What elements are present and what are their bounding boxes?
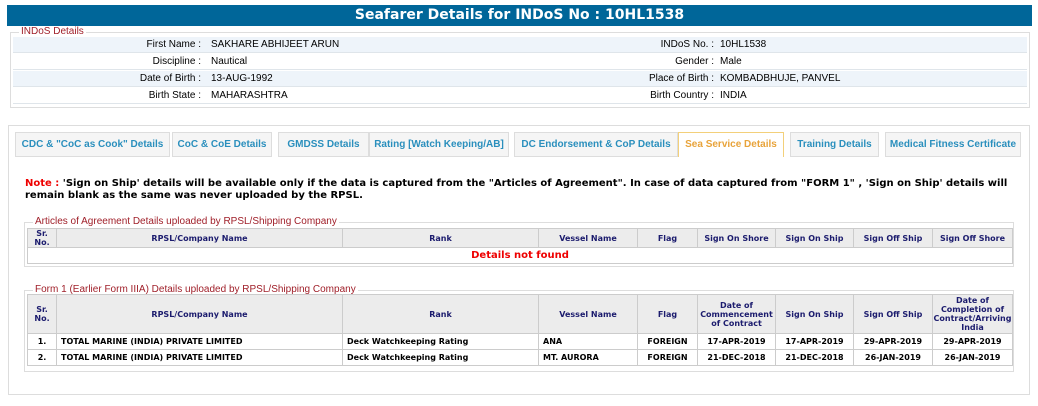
- field-label: Gender :: [675, 56, 714, 67]
- column-header: Date of Completion of Contract/Arriving …: [932, 294, 1013, 334]
- field-label: INDoS No. :: [660, 39, 714, 50]
- column-header: Flag: [637, 294, 698, 334]
- tab-coc-coe-details[interactable]: CoC & CoE Details: [172, 132, 272, 157]
- table-cell: ANA: [538, 333, 638, 350]
- table-cell: 2.: [27, 349, 57, 366]
- tab-cdc-coc-as-cook-details[interactable]: CDC & "CoC as Cook" Details: [15, 132, 170, 157]
- table-row: 2. TOTAL MARINE (INDIA) PRIVATE LIMITED De…: [27, 349, 1013, 366]
- tab-panel: CDC & "CoC as Cook" Details CoC & CoE Det…: [8, 125, 1030, 395]
- field-label: Birth Country :: [650, 90, 714, 101]
- table-cell: Deck Watchkeeping Rating: [342, 349, 539, 366]
- table-cell: FOREIGN: [637, 333, 698, 350]
- tab-gmdss-details[interactable]: GMDSS Details: [278, 132, 369, 157]
- table-row: 1. TOTAL MARINE (INDIA) PRIVATE LIMITED De…: [27, 333, 1013, 350]
- column-header: RPSL/Company Name: [56, 228, 343, 248]
- section-legend: Articles of Agreement Details uploaded b…: [33, 216, 339, 227]
- info-row: Discipline : Nautical Gender : Male: [13, 54, 1027, 70]
- field-label: Place of Birth :: [648, 73, 714, 84]
- page-title: Seafarer Details for INDoS No : 10HL1538: [7, 5, 1032, 26]
- column-header: RPSL/Company Name: [56, 294, 343, 334]
- column-header: Vessel Name: [538, 294, 638, 334]
- tab-medical-fitness-certificate[interactable]: Medical Fitness Certificate: [885, 132, 1021, 157]
- table-cell: 17-APR-2019: [697, 333, 776, 350]
- tab-dc-endorsement-cop-details[interactable]: DC Endorsement & CoP Details: [514, 132, 678, 157]
- column-header: Sign Off Ship: [853, 228, 933, 248]
- empty-message: Details not found: [27, 247, 1013, 264]
- table-cell: 17-APR-2019: [775, 333, 854, 350]
- table-cell: 26-JAN-2019: [853, 349, 933, 366]
- column-header: Sr. No.: [27, 294, 57, 334]
- field-value: SAKHARE ABHIJEET ARUN: [211, 39, 340, 50]
- column-header: Sign On Ship: [775, 294, 854, 334]
- table-cell: 29-APR-2019: [932, 333, 1013, 350]
- info-row: Birth State : MAHARASHTRA Birth Country : I…: [13, 88, 1027, 104]
- column-header: Rank: [342, 228, 539, 248]
- table-cell: 21-DEC-2018: [775, 349, 854, 366]
- section-legend: INDoS Details: [19, 26, 86, 37]
- table-cell: MT. AURORA: [538, 349, 638, 366]
- info-row: First Name : SAKHARE ABHIJEET ARUN INDoS N…: [13, 37, 1027, 53]
- field-value: MAHARASHTRA: [211, 90, 288, 101]
- tab-rating-watch-keeping-ab[interactable]: Rating [Watch Keeping/AB]: [369, 132, 509, 157]
- table-cell: TOTAL MARINE (INDIA) PRIVATE LIMITED: [56, 333, 343, 350]
- header-row: Sr. No. RPSL/Company Name Rank Vessel Name F…: [27, 228, 1013, 248]
- field-value: KOMBADBHUJE, PANVEL: [720, 73, 841, 84]
- table-cell: 21-DEC-2018: [697, 349, 776, 366]
- column-header: Flag: [637, 228, 698, 248]
- column-header: Sign On Ship: [775, 228, 854, 248]
- column-header: Sign Off Shore: [932, 228, 1013, 248]
- field-value: 13-AUG-1992: [211, 73, 273, 84]
- aoa-table: Sr. No. RPSL/Company Name Rank Vessel Name F…: [27, 228, 1013, 264]
- field-value: Nautical: [211, 56, 248, 67]
- info-row: Date of Birth : 13-AUG-1992 Place of Birth…: [13, 71, 1027, 87]
- field-label: First Name :: [146, 39, 201, 50]
- field-label: Birth State :: [148, 90, 201, 101]
- table-cell: FOREIGN: [637, 349, 698, 366]
- column-header: Sign On Shore: [697, 228, 776, 248]
- table-cell: 29-APR-2019: [853, 333, 933, 350]
- column-header: Date of Commencement of Contract: [697, 294, 776, 334]
- tab-sea-service-details[interactable]: Sea Service Details: [678, 132, 784, 157]
- column-header: Sr. No.: [27, 228, 57, 248]
- table-cell: Deck Watchkeeping Rating: [342, 333, 539, 350]
- tab-training-details[interactable]: Training Details: [790, 132, 879, 157]
- field-label: Date of Birth :: [139, 73, 201, 84]
- field-label: Discipline :: [152, 56, 201, 67]
- table-cell: TOTAL MARINE (INDIA) PRIVATE LIMITED: [56, 349, 343, 366]
- column-header: Rank: [342, 294, 539, 334]
- column-header: Sign Off Ship: [853, 294, 933, 334]
- field-value: Male: [720, 56, 742, 67]
- indos-details-section: INDoS Details First Name : SAKHARE ABHIJE…: [10, 26, 1030, 108]
- field-value: 10HL1538: [720, 39, 767, 50]
- column-header: Vessel Name: [538, 228, 638, 248]
- form1-table: Sr. No. RPSL/Company Name Rank Vessel Name F…: [27, 294, 1013, 366]
- field-value: INDIA: [720, 90, 747, 101]
- table-cell: 1.: [27, 333, 57, 350]
- note: Note : 'Sign on Ship' details will be av…: [25, 178, 1008, 201]
- header-row: Sr. No. RPSL/Company Name Rank Vessel Name F…: [27, 294, 1013, 334]
- table-cell: 26-JAN-2019: [932, 349, 1013, 366]
